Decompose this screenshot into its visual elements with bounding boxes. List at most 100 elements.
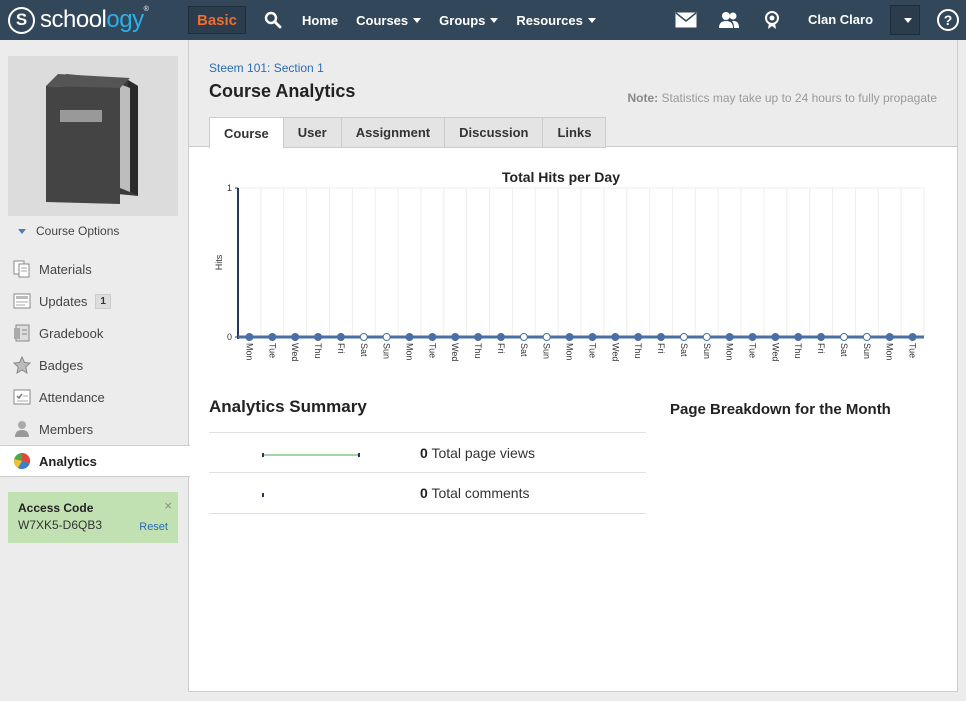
chart-title: Total Hits per Day — [502, 169, 620, 185]
data-point — [542, 333, 551, 341]
updates-icon — [12, 291, 32, 311]
data-point — [771, 333, 780, 341]
data-point — [725, 333, 734, 341]
chevron-down-icon — [903, 17, 912, 23]
data-point — [908, 333, 917, 341]
data-point — [336, 333, 345, 341]
sidebar-item-gradebook[interactable]: Gradebook — [0, 317, 188, 349]
updates-count-badge: 1 — [95, 293, 111, 309]
tab-discussion[interactable]: Discussion — [445, 117, 544, 148]
tab-course[interactable]: Course — [209, 117, 284, 149]
note-label: Note: — [627, 91, 659, 105]
y-tick-label: 0 — [227, 332, 232, 342]
data-point — [451, 333, 460, 341]
access-code-box: Access Code W7XK5-D6QB3 Reset × — [8, 492, 178, 543]
sidebar: Course Options Materials Updates 1 Grade… — [0, 40, 190, 701]
summary-number: 0 — [420, 485, 428, 501]
nav-resources[interactable]: Resources — [516, 13, 596, 28]
logo-wordmark: schoology® — [40, 6, 149, 34]
data-point — [588, 333, 597, 341]
connections-icon[interactable] — [718, 9, 740, 31]
caret-down-icon — [18, 228, 26, 234]
data-point — [245, 333, 254, 341]
chevron-down-icon — [587, 17, 596, 23]
top-bar: S schoology® Basic Home Courses Groups R… — [0, 0, 966, 40]
y-axis-label: Hits — [214, 254, 224, 270]
data-point — [748, 333, 757, 341]
sidebar-item-label: Badges — [39, 357, 84, 373]
summary-label: Total comments — [431, 485, 530, 501]
summary-number: 0 — [420, 444, 428, 461]
x-tick-label: Thu — [313, 343, 323, 359]
access-code-reset-link[interactable]: Reset — [139, 521, 168, 533]
search-icon[interactable] — [264, 11, 282, 29]
course-book-icon[interactable] — [8, 56, 178, 216]
data-point — [679, 333, 688, 341]
course-options-label: Course Options — [36, 224, 120, 238]
summary-value: 0 Total page views — [420, 445, 535, 461]
breadcrumb[interactable]: Steem 101: Section 1 — [209, 61, 324, 75]
x-tick-label: Fri — [656, 343, 666, 354]
user-menu-button[interactable] — [890, 5, 920, 35]
x-tick-label: Sun — [542, 343, 552, 359]
nav-home[interactable]: Home — [302, 13, 338, 28]
x-tick-label: Tue — [427, 343, 437, 358]
data-point — [634, 333, 643, 341]
x-tick-label: Mon — [565, 343, 575, 361]
x-tick-label: Mon — [885, 343, 895, 361]
x-tick-label: Fri — [336, 343, 346, 354]
table-row: 0 Total page views — [209, 432, 646, 473]
data-point — [291, 333, 300, 341]
main-nav: Home Courses Groups Resources — [302, 13, 614, 28]
propagation-note: Note: Statistics may take up to 24 hours… — [628, 91, 938, 105]
x-tick-label: Sun — [862, 343, 872, 359]
sidebar-item-label: Gradebook — [39, 325, 104, 341]
user-name[interactable]: Clan Claro — [808, 12, 873, 27]
x-tick-label: Sat — [519, 343, 529, 357]
tab-user[interactable]: User — [283, 117, 342, 148]
hits-chart: Total Hits per Day 0 1 Hits Mon Tue Wed Thu Fri S… — [214, 169, 925, 361]
nav-home-label: Home — [302, 12, 339, 28]
x-tick-label: Mon — [725, 343, 735, 361]
data-point — [474, 333, 483, 341]
x-tick-label: Tue — [748, 343, 758, 358]
analytics-summary-table: 0 Total page views 0 Total comments — [209, 432, 646, 514]
badge-icon — [12, 355, 32, 375]
x-tick-label: Tue — [267, 343, 277, 358]
data-point — [268, 333, 277, 341]
tab-assignment[interactable]: Assignment — [341, 117, 446, 148]
sidebar-item-materials[interactable]: Materials — [0, 253, 188, 285]
data-point — [862, 333, 871, 341]
data-point — [565, 333, 574, 341]
basic-badge[interactable]: Basic — [188, 6, 246, 34]
x-tick-label: Wed — [610, 343, 620, 361]
sidebar-item-updates[interactable]: Updates 1 — [0, 285, 188, 317]
nav-groups-label: Groups — [439, 12, 486, 28]
schoology-logo[interactable]: S schoology® — [8, 6, 178, 34]
summary-value: 0 Total comments — [420, 485, 529, 501]
sidebar-item-badges[interactable]: Badges — [0, 349, 188, 381]
nav-courses-label: Courses — [356, 12, 409, 28]
help-icon[interactable]: ? — [937, 9, 959, 31]
data-point — [794, 333, 803, 341]
sidebar-item-members[interactable]: Members — [0, 413, 188, 445]
sidebar-item-attendance[interactable]: Attendance — [0, 381, 188, 413]
x-tick-label: Mon — [405, 343, 415, 361]
messages-icon[interactable] — [675, 9, 697, 31]
chevron-down-icon — [490, 17, 499, 23]
analytics-icon — [12, 451, 32, 471]
page-breakdown-title: Page Breakdown for the Month — [670, 401, 891, 418]
course-options-menu[interactable]: Course Options — [18, 224, 119, 238]
close-icon[interactable]: × — [164, 498, 172, 513]
x-tick-label: Sun — [382, 343, 392, 359]
data-point — [702, 333, 711, 341]
nav-groups[interactable]: Groups — [439, 12, 499, 28]
nav-courses[interactable]: Courses — [356, 12, 422, 28]
notifications-icon[interactable] — [761, 9, 783, 31]
tab-links[interactable]: Links — [543, 117, 607, 148]
logo-trademark: ® — [143, 6, 149, 13]
top-icons — [675, 0, 804, 40]
course-menu: Materials Updates 1 Gradebook Badges Att… — [0, 253, 190, 477]
sidebar-item-analytics[interactable]: Analytics — [0, 445, 190, 477]
x-tick-label: Wed — [770, 343, 780, 361]
